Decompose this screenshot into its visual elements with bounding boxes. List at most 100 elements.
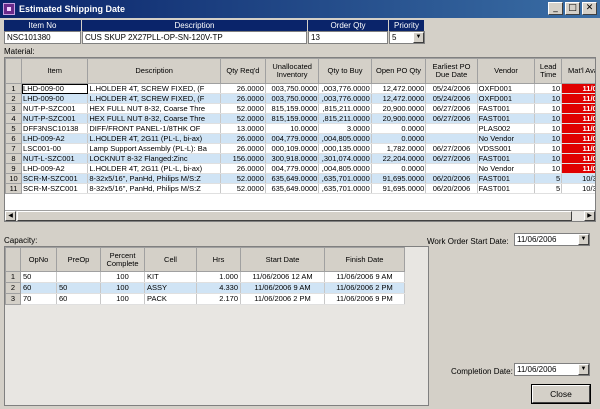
material-cell[interactable]: 11/06/ xyxy=(561,83,595,94)
capacity-cell[interactable]: 60 xyxy=(20,282,57,294)
material-cell[interactable]: VDSS001 xyxy=(477,143,536,154)
material-cell[interactable]: ,000,135.0000 xyxy=(318,143,372,154)
material-cell[interactable]: DFF3NSC10138 xyxy=(21,123,89,134)
wo-start-date-picker[interactable]: 11/06/2006 ▼ xyxy=(514,233,590,246)
material-cell[interactable]: 10 xyxy=(534,133,563,144)
material-cell[interactable]: 52.0000 xyxy=(220,113,266,124)
row-number[interactable]: 4 xyxy=(5,113,23,124)
material-row[interactable]: 4 NUT-P-SZC001 HEX FULL NUT 8-32, Coarse T… xyxy=(5,113,595,124)
material-row[interactable]: 1 LHD-009-00 L.HOLDER 4T, SCREW FIXED, (F 2… xyxy=(5,83,595,94)
capacity-row[interactable]: 2 60 50 100 ASSY 4.330 11/06/2006 9 AM 11/06/20… xyxy=(5,282,405,294)
capacity-cell[interactable]: 11/06/2006 2 PM xyxy=(240,293,325,305)
capacity-col-header[interactable]: Finish Date xyxy=(324,247,405,272)
material-cell[interactable]: 000,109.0000 xyxy=(265,143,320,154)
material-cell[interactable]: 10 xyxy=(534,143,563,154)
material-cell[interactable]: 06/27/2006 xyxy=(425,143,478,154)
material-cell[interactable]: FAST001 xyxy=(477,113,536,124)
material-cell[interactable]: 1,782.0000 xyxy=(371,143,427,154)
material-cell[interactable]: 10 xyxy=(534,163,563,174)
capacity-col-header[interactable]: Percent Complete xyxy=(100,247,145,272)
material-cell[interactable]: HEX FULL NUT 8-32, Coarse Thre xyxy=(87,113,221,124)
material-cell[interactable]: 11/06/ xyxy=(561,153,595,164)
scroll-left-icon[interactable]: ◀ xyxy=(5,211,16,221)
material-cell[interactable]: L.HOLDER 4T, 2G11 (PL-L, bi-ax) xyxy=(87,133,221,144)
material-row[interactable]: 2 LHD-009-00 L.HOLDER 4T, SCREW FIXED, (F 2… xyxy=(5,93,595,104)
material-cell[interactable]: 52.0000 xyxy=(220,183,266,194)
material-cell[interactable]: 52.0000 xyxy=(220,103,266,114)
material-cell[interactable]: 11/06/ xyxy=(561,163,595,174)
row-number[interactable]: 6 xyxy=(5,133,23,144)
material-cell[interactable]: No Vendor xyxy=(477,163,536,174)
material-cell[interactable]: 26.0000 xyxy=(220,93,266,104)
material-col-header[interactable]: Item xyxy=(21,58,89,84)
capacity-cell[interactable]: 1.000 xyxy=(196,271,241,283)
material-cell[interactable]: 10 xyxy=(534,93,563,104)
material-cell[interactable]: 12,472.0000 xyxy=(371,93,427,104)
material-cell[interactable]: LHD-009-A2 xyxy=(21,163,89,174)
material-cell[interactable]: 05/24/2006 xyxy=(425,83,478,94)
material-cell[interactable]: FAST001 xyxy=(477,153,536,164)
material-col-header[interactable]: Unallocated Inventory xyxy=(264,58,320,84)
close-button[interactable]: Close xyxy=(531,384,591,404)
material-cell[interactable]: ,815,211.0000 xyxy=(318,113,372,124)
material-cell[interactable]: 635,649.0000 xyxy=(265,173,320,184)
material-cell[interactable]: 156.0000 xyxy=(220,153,266,164)
material-cell[interactable]: ,004,805.0000 xyxy=(318,163,372,174)
material-col-header[interactable]: Lead Time xyxy=(534,58,563,84)
material-cell[interactable]: 13.0000 xyxy=(220,123,266,134)
material-col-header[interactable]: Earliest PO Due Date xyxy=(425,58,478,84)
maximize-button[interactable]: □ xyxy=(565,2,580,15)
material-cell[interactable]: 26.0000 xyxy=(220,133,266,144)
capacity-cell[interactable]: 11/06/2006 12 AM xyxy=(240,271,325,283)
material-cell[interactable]: 11/06/ xyxy=(561,123,595,134)
material-cell[interactable]: OXFD001 xyxy=(477,83,536,94)
item-no-field[interactable]: NSC101380 xyxy=(4,31,81,44)
material-row[interactable]: 6 LHD-009-A2 L.HOLDER 4T, 2G11 (PL-L, bi-a… xyxy=(5,133,595,144)
material-cell[interactable]: LSC001-00 xyxy=(21,143,89,154)
material-cell[interactable]: 11/06/ xyxy=(561,143,595,154)
material-cell[interactable]: 06/27/2006 xyxy=(425,153,478,164)
material-cell[interactable]: 11/06/ xyxy=(561,113,595,124)
material-cell[interactable]: 05/24/2006 xyxy=(425,93,478,104)
row-number[interactable]: 3 xyxy=(5,293,21,305)
material-cell[interactable]: 11/06/ xyxy=(561,103,595,114)
material-cell[interactable]: 5 xyxy=(534,173,563,184)
material-cell[interactable]: 26.0000 xyxy=(220,163,266,174)
material-cell[interactable]: ,003,776.0000 xyxy=(318,93,372,104)
material-cell[interactable]: 06/20/2006 xyxy=(425,183,478,194)
material-row[interactable]: 5 DFF3NSC10138 DIFF/FRONT PANEL-1/8THK OF 1… xyxy=(5,123,595,134)
material-cell[interactable] xyxy=(425,163,478,174)
row-number[interactable]: 10 xyxy=(5,173,23,184)
capacity-cell[interactable]: 100 xyxy=(100,271,145,283)
material-cell[interactable]: NUT-P-SZC001 xyxy=(21,113,89,124)
material-cell[interactable]: PLAS002 xyxy=(477,123,536,134)
capacity-cell[interactable]: 2.170 xyxy=(196,293,241,305)
material-cell[interactable]: 26.0000 xyxy=(220,143,266,154)
material-row[interactable]: 3 NUT-P-SZC001 HEX FULL NUT 8-32, Coarse T… xyxy=(5,103,595,114)
row-number[interactable]: 8 xyxy=(5,153,23,164)
material-cell[interactable]: 52.0000 xyxy=(220,173,266,184)
material-cell[interactable]: FAST001 xyxy=(477,173,536,184)
material-cell[interactable]: ,003,776.0000 xyxy=(318,83,372,94)
material-cell[interactable]: 003,750.0000 xyxy=(265,93,320,104)
material-cell[interactable]: 26.0000 xyxy=(220,83,266,94)
material-cell[interactable]: 8-32x5/16", PanHd, Philips M/S:Z xyxy=(87,173,221,184)
material-cell[interactable]: 06/27/2006 xyxy=(425,103,478,114)
material-grid[interactable]: Item Description Qty Req'd Unallocated Inve… xyxy=(4,57,596,222)
capacity-cell[interactable]: KIT xyxy=(144,271,197,283)
material-cell[interactable]: 22,204.0000 xyxy=(371,153,427,164)
capacity-col-header[interactable]: PreOp xyxy=(56,247,101,272)
material-row[interactable]: 10 SCR-M-SZC001 8-32x5/16", PanHd, Philips… xyxy=(5,173,595,184)
material-cell[interactable]: NUT-P-SZC001 xyxy=(21,103,89,114)
material-col-header[interactable]: Qty to Buy xyxy=(318,58,372,84)
capacity-row[interactable]: 3 70 60 100 PACK 2.170 11/06/2006 2 PM 11/06/20… xyxy=(5,293,405,305)
material-row[interactable]: 7 LSC001-00 Lamp Support Assembly (PL-L): … xyxy=(5,143,595,154)
dropdown-arrow-icon[interactable]: ▼ xyxy=(578,364,589,375)
material-cell[interactable]: NUT-L-SZC001 xyxy=(21,153,89,164)
material-cell[interactable]: HEX FULL NUT 8-32, Coarse Thre xyxy=(87,103,221,114)
material-cell[interactable]: 003,750.0000 xyxy=(265,83,320,94)
material-cell[interactable]: LOCKNUT 8-32 Flanged:Zinc xyxy=(87,153,221,164)
material-cell[interactable]: 0.0000 xyxy=(371,133,427,144)
completion-date-picker[interactable]: 11/06/2006 ▼ xyxy=(514,363,590,376)
material-cell[interactable] xyxy=(425,123,478,134)
